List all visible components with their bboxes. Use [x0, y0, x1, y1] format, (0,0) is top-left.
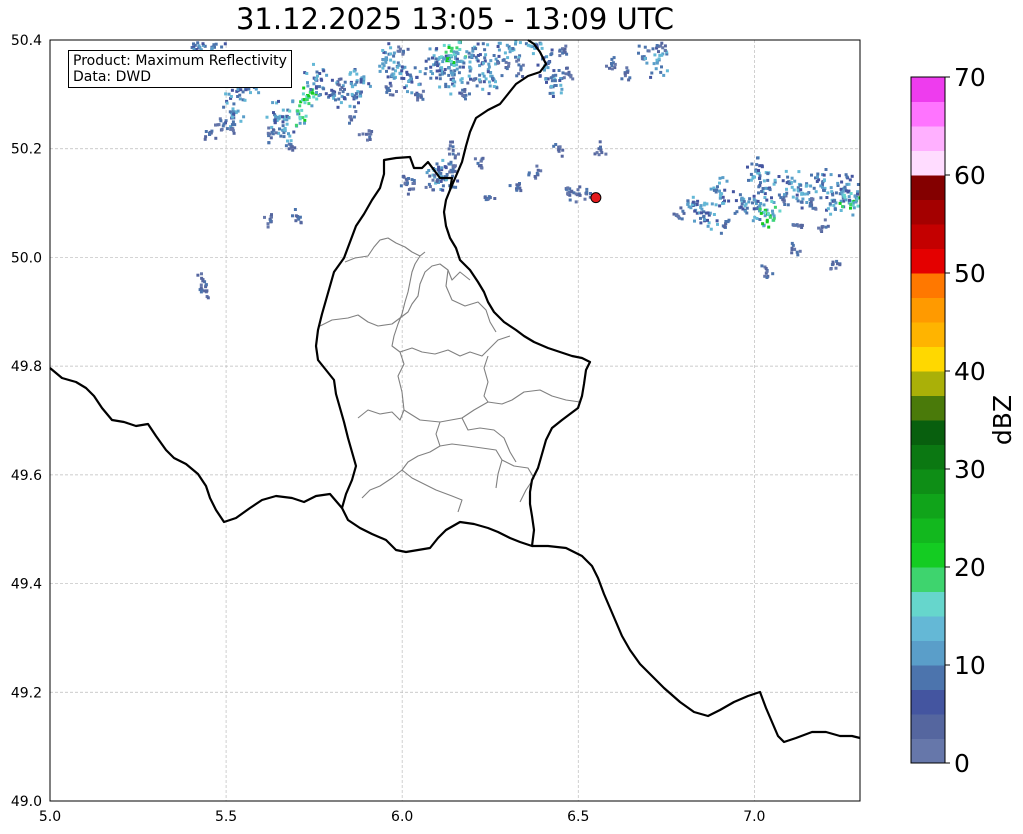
colorbar-cell [911, 126, 945, 151]
colorbar-cell [911, 567, 945, 592]
colorbar-tick-label: 10 [954, 651, 986, 680]
colorbar-cell [911, 542, 945, 568]
product-text: Product: Maximum Reflectivity [73, 53, 287, 69]
data-source-text: Data: DWD [73, 69, 151, 85]
colorbar-tick-label: 40 [954, 357, 986, 386]
colorbar-cells [911, 77, 945, 764]
colorbar-cell [911, 297, 945, 323]
colorbar: 0 10 20 30 40 50 60 70 dBZ [910, 63, 1017, 778]
colorbar-cell [911, 322, 945, 347]
colorbar-cell [911, 150, 945, 176]
colorbar-tick-label: 0 [954, 749, 970, 778]
colorbar-ticks: 0 10 20 30 40 50 60 70 [945, 63, 986, 778]
colorbar-cell [911, 518, 945, 543]
colorbar-tick-label: 20 [954, 553, 986, 582]
colorbar-cell [911, 224, 945, 249]
colorbar-label: dBZ [988, 395, 1017, 445]
colorbar-cell [911, 346, 945, 372]
colorbar-tick-label: 60 [954, 161, 986, 190]
colorbar-cell [911, 273, 945, 298]
colorbar-cell [911, 175, 945, 200]
colorbar-cell [911, 371, 945, 396]
colorbar-cell [911, 395, 945, 421]
colorbar-cell [911, 101, 945, 127]
colorbar-tick-label: 50 [954, 259, 986, 288]
colorbar-tick-label: 70 [954, 63, 986, 92]
colorbar-cell [911, 640, 945, 666]
product-info-box: Product: Maximum Reflectivity Data: DWD [68, 50, 292, 88]
colorbar-cell [911, 665, 945, 690]
colorbar-cell [911, 420, 945, 445]
colorbar-cell [911, 591, 945, 617]
colorbar-cell [911, 248, 945, 274]
colorbar-cell [911, 616, 945, 641]
colorbar-cell [911, 493, 945, 519]
colorbar-tick-label: 30 [954, 455, 986, 484]
colorbar-cell [911, 77, 945, 102]
colorbar-cell [911, 469, 945, 494]
colorbar-cell [911, 689, 945, 715]
colorbar-cell [911, 199, 945, 225]
colorbar-cell [911, 738, 945, 764]
colorbar-cell [911, 444, 945, 470]
colorbar-cell [911, 714, 945, 739]
